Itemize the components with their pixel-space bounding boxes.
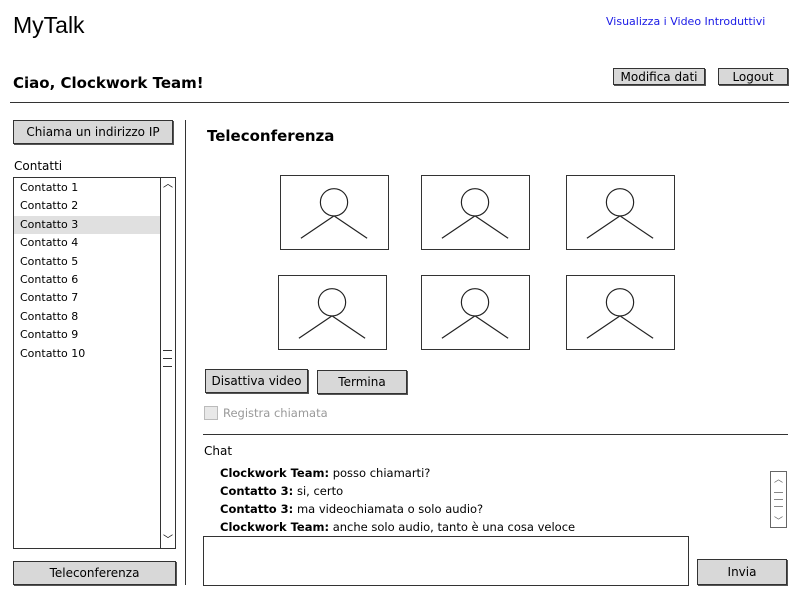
page-title: Teleconferenza [207, 127, 335, 145]
chat-text: si, certo [296, 484, 344, 498]
sidebar-divider [185, 120, 186, 585]
chat-messages: Clockwork Team: posso chiamarti? Contatto… [220, 464, 760, 536]
header-divider [10, 102, 789, 103]
chat-message: Clockwork Team: anche solo audio, tanto … [220, 518, 760, 536]
chat-message: Clockwork Team: posso chiamarti? [220, 464, 760, 482]
contact-list-item[interactable]: Contatto 2 [14, 197, 160, 215]
intro-videos-link[interactable]: Visualizza i Video Introduttivi [606, 15, 765, 28]
user-placeholder-icon [586, 188, 654, 239]
chat-scrollbar[interactable]: ︿ ﹀ [770, 471, 787, 528]
contact-list-item[interactable]: Contatto 3 [14, 215, 160, 235]
contact-list-item[interactable]: Contatto 9 [14, 326, 160, 344]
contact-list-item[interactable]: Contatto 7 [14, 289, 160, 307]
contact-list-item[interactable]: Contatto 10 [14, 345, 160, 363]
scroll-up-icon[interactable]: ︿ [161, 179, 175, 191]
teleconference-button[interactable]: Teleconferenza [13, 561, 176, 585]
chat-sender: Clockwork Team: [220, 520, 330, 534]
contact-list-item[interactable]: Contatto 1 [14, 179, 160, 197]
chat-sender: Contatto 3: [220, 484, 294, 498]
contacts-scrollbar[interactable]: ︿ ﹀ [160, 178, 175, 548]
contact-list-item[interactable]: Contatto 8 [14, 308, 160, 326]
participant-video-tile [278, 275, 387, 350]
chat-text: anche solo audio, tanto è una cosa veloc… [332, 520, 576, 534]
contacts-list[interactable]: Contatto 1 Contatto 2 Contatto 3 Contatto 4… [13, 177, 176, 549]
chat-scroll-down-icon[interactable]: ﹀ [771, 514, 786, 527]
chat-message: Contatto 3: ma videochiamata o solo audi… [220, 500, 760, 518]
user-placeholder-icon [441, 188, 509, 239]
record-call-label: Registra chiamata [223, 406, 328, 420]
chat-sender: Clockwork Team: [220, 466, 330, 480]
chat-heading: Chat [204, 444, 233, 458]
user-placeholder-icon [298, 288, 366, 339]
call-ip-button[interactable]: Chiama un indirizzo IP [13, 120, 173, 144]
chat-text: posso chiamarti? [332, 466, 431, 480]
participant-video-tile [566, 275, 675, 350]
send-button[interactable]: Invia [697, 559, 787, 585]
scroll-thumb[interactable] [163, 350, 172, 351]
greeting: Ciao, Clockwork Team! [13, 74, 204, 92]
participant-video-tile [566, 175, 675, 250]
record-call-checkbox[interactable] [204, 406, 218, 420]
disable-video-button[interactable]: Disattiva video [205, 369, 308, 393]
chat-message: Contatto 3: si, certo [220, 482, 760, 500]
chat-scroll-up-icon[interactable]: ︿ [771, 472, 786, 485]
edit-data-button[interactable]: Modifica dati [613, 68, 705, 85]
user-placeholder-icon [586, 288, 654, 339]
chat-input[interactable] [203, 536, 689, 586]
user-placeholder-icon [441, 288, 509, 339]
app-title: MyTalk [13, 12, 85, 38]
participant-video-tile [421, 175, 530, 250]
participant-video-tile [280, 175, 389, 250]
contacts-heading: Contatti [14, 159, 63, 173]
chat-text: ma videochiamata o solo audio? [296, 502, 484, 516]
scroll-down-icon[interactable]: ﹀ [161, 535, 175, 547]
end-call-button[interactable]: Termina [317, 370, 407, 394]
contact-list-item[interactable]: Contatto 6 [14, 271, 160, 289]
user-placeholder-icon [300, 188, 368, 239]
contact-list-item[interactable]: Contatto 4 [14, 234, 160, 252]
participant-video-tile [421, 275, 530, 350]
logout-button[interactable]: Logout [718, 68, 788, 85]
contact-list-item[interactable]: Contatto 5 [14, 253, 160, 271]
chat-divider [203, 434, 788, 435]
chat-sender: Contatto 3: [220, 502, 294, 516]
